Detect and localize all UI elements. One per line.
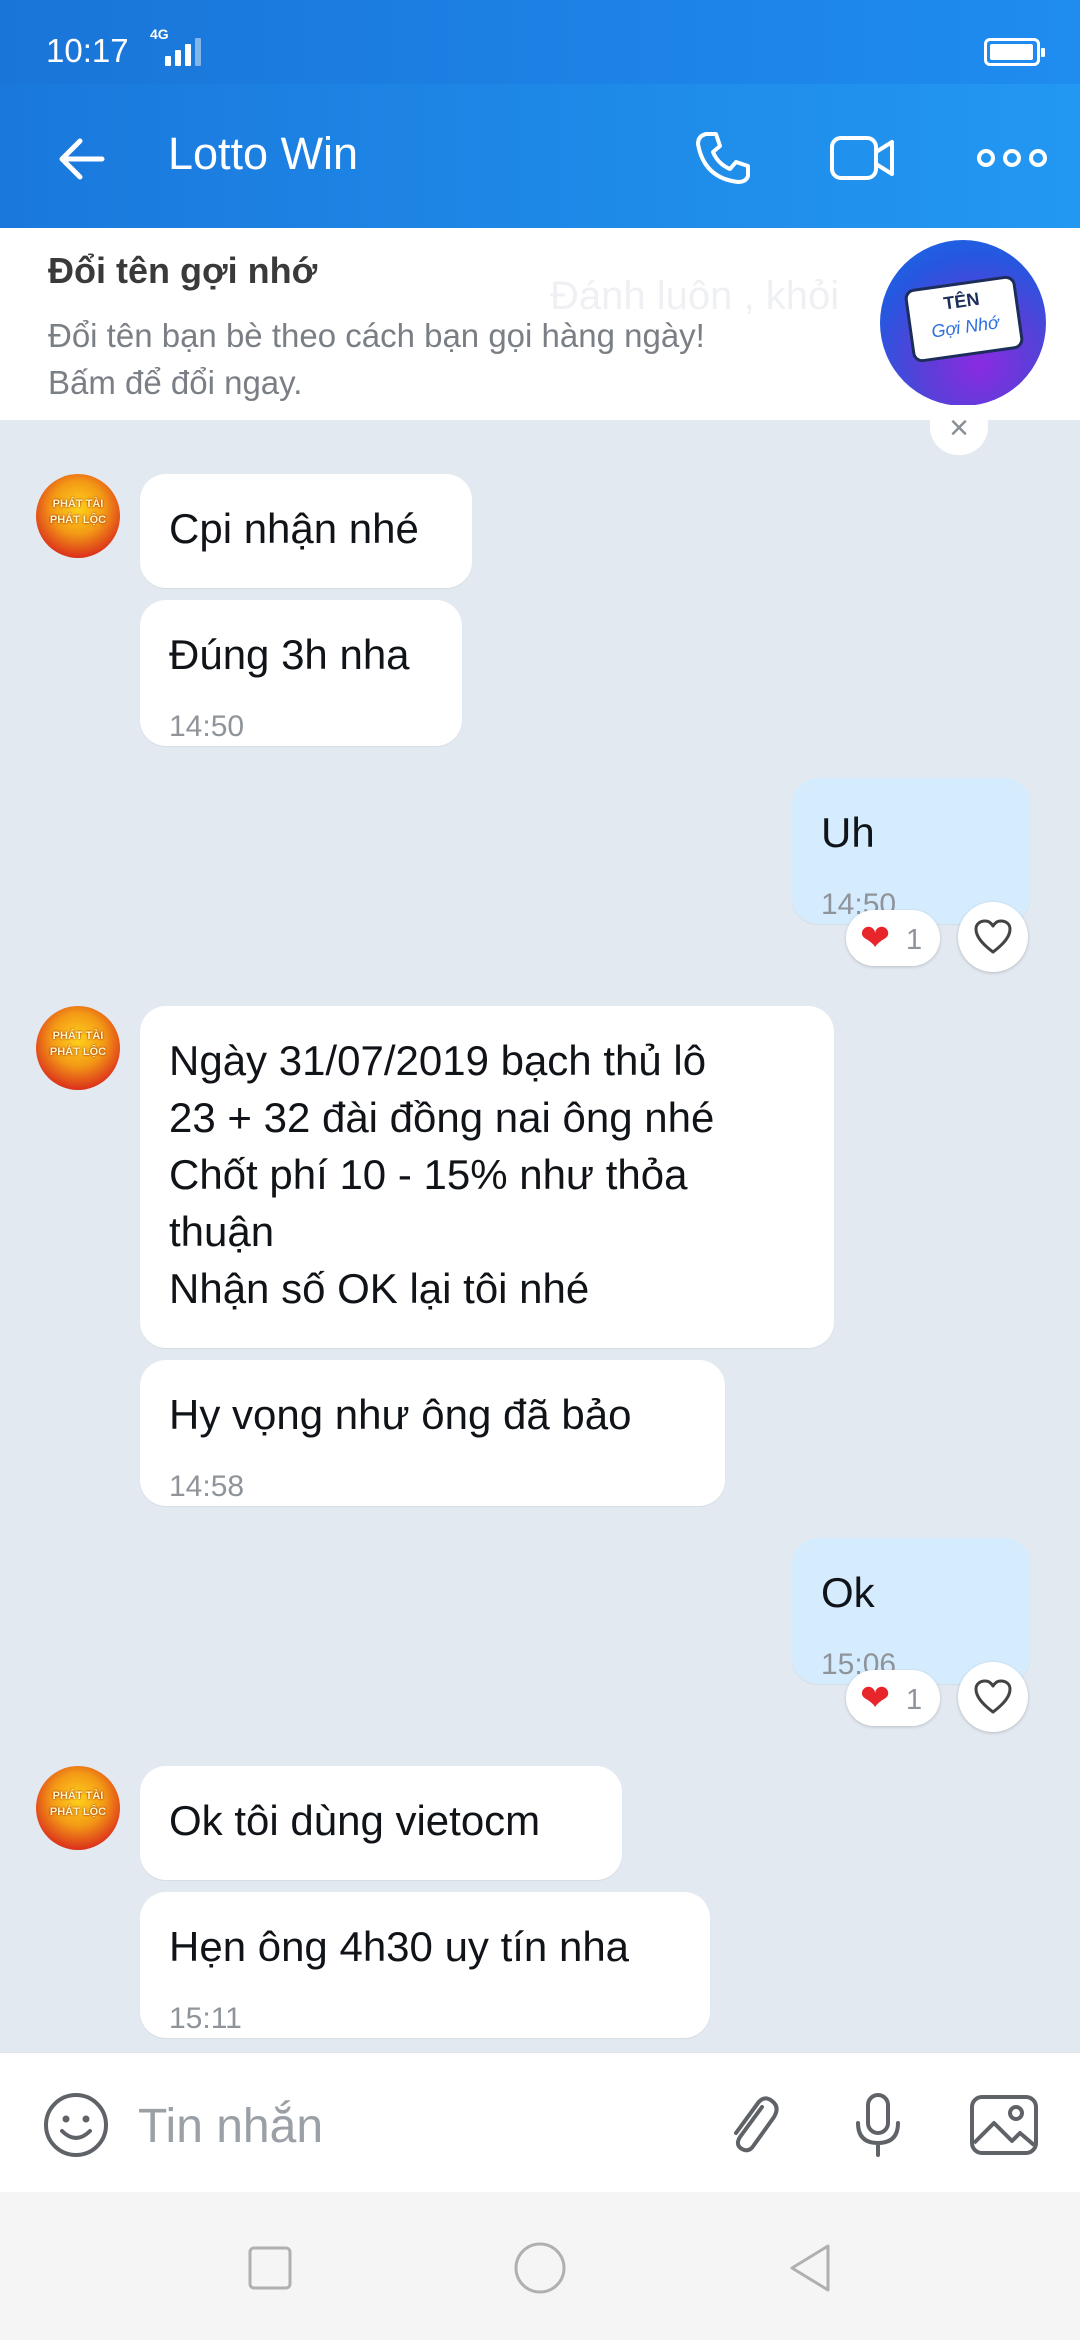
avatar[interactable]: PHÁT TÀI PHÁT LỘC [36,1006,120,1090]
system-nav-bar [0,2192,1080,2340]
banner-illustration: TÊN Gợi Nhớ [880,240,1046,406]
message-text: Hẹn ông 4h30 uy tín nha [169,1923,630,1970]
reaction-badge[interactable]: ❤ 1 [846,1670,940,1726]
message-bubble-incoming[interactable]: Cpi nhận nhé [140,474,472,588]
avatar[interactable]: PHÁT TÀI PHÁT LỘC [36,1766,120,1850]
avatar-text: PHÁT TÀI [52,1790,104,1802]
avatar-text: PHÁT TÀI [52,1030,104,1042]
avatar-text: PHÁT LỘC [49,1046,107,1058]
avatar[interactable]: PHÁT TÀI PHÁT LỘC [36,474,120,558]
react-button[interactable] [958,902,1028,972]
message-text: Cpi nhận nhé [169,505,419,552]
message-text: Ok [821,1569,875,1616]
status-bar: 10:17 4G [0,0,1080,84]
chat-header: Lotto Win [0,84,1080,228]
message-text: Ok tôi dùng vietocm [169,1797,541,1844]
banner-desc-line1: Đổi tên bạn bè theo cách bạn gọi hàng ng… [48,317,705,354]
banner-close-button[interactable]: × [930,405,988,455]
message-bubble-incoming[interactable]: Hy vọng như ông đã bảo 14:58 [140,1360,725,1506]
video-camera-icon[interactable] [826,122,898,194]
signal-icon [165,38,201,66]
heart-outline-icon [974,1679,1012,1714]
status-time: 10:17 [46,32,129,69]
rename-suggestion-banner[interactable]: Đánh luôn , khỏi Đổi tên gợi nhớ Đổi tên… [0,228,1080,420]
message-bubble-incoming[interactable]: Ngày 31/07/2019 bạch thủ lô 23 + 32 đài … [140,1006,834,1348]
reaction-count: 1 [906,1684,923,1716]
phone-icon[interactable] [686,122,758,194]
avatar-text: PHÁT TÀI [52,498,104,510]
message-time: 14:58 [169,1470,245,1503]
avatar-text: PHÁT LỘC [49,1806,107,1818]
microphone-icon[interactable] [842,2089,914,2161]
recent-apps-icon[interactable] [242,2240,298,2296]
banner-title: Đổi tên gợi nhớ [48,250,318,291]
reaction-badge[interactable]: ❤ 1 [846,910,940,966]
message-time: 15:11 [169,2002,242,2035]
react-button[interactable] [958,1662,1028,1732]
banner-description: Đổi tên bạn bè theo cách bạn gọi hàng ng… [48,312,868,406]
back-arrow-icon[interactable] [52,129,112,189]
image-icon[interactable] [968,2089,1040,2161]
message-input[interactable]: Tin nhắn [138,2099,323,2154]
heart-icon: ❤ [860,1677,891,1718]
home-icon[interactable] [512,2240,568,2296]
paperclip-icon[interactable] [716,2089,788,2161]
message-text: Ngày 31/07/2019 bạch thủ lô 23 + 32 đài … [169,1037,715,1312]
chat-title[interactable]: Lotto Win [168,128,358,180]
back-nav-icon[interactable] [782,2240,838,2296]
message-input-bar: Tin nhắn [0,2052,1080,2192]
reaction-count: 1 [906,924,923,956]
name-card-graphic: TÊN Gợi Nhớ [903,274,1025,364]
message-text: Uh [821,809,875,856]
battery-icon [984,38,1045,66]
more-dots-icon[interactable] [972,122,1052,194]
avatar-text: PHÁT LỘC [49,514,107,526]
banner-desc-line2: Bấm để đổi ngay. [48,364,303,401]
message-bubble-incoming[interactable]: Ok tôi dùng vietocm [140,1766,622,1880]
message-text: Đúng 3h nha [169,631,410,678]
emoji-icon[interactable] [40,2089,112,2161]
message-bubble-incoming[interactable]: Đúng 3h nha 14:50 [140,600,462,746]
message-text: Hy vọng như ông đã bảo [169,1391,632,1438]
heart-icon: ❤ [860,917,891,958]
message-time: 14:50 [169,710,245,743]
heart-outline-icon [974,919,1012,954]
message-bubble-incoming[interactable]: Hẹn ông 4h30 uy tín nha 15:11 [140,1892,710,2038]
